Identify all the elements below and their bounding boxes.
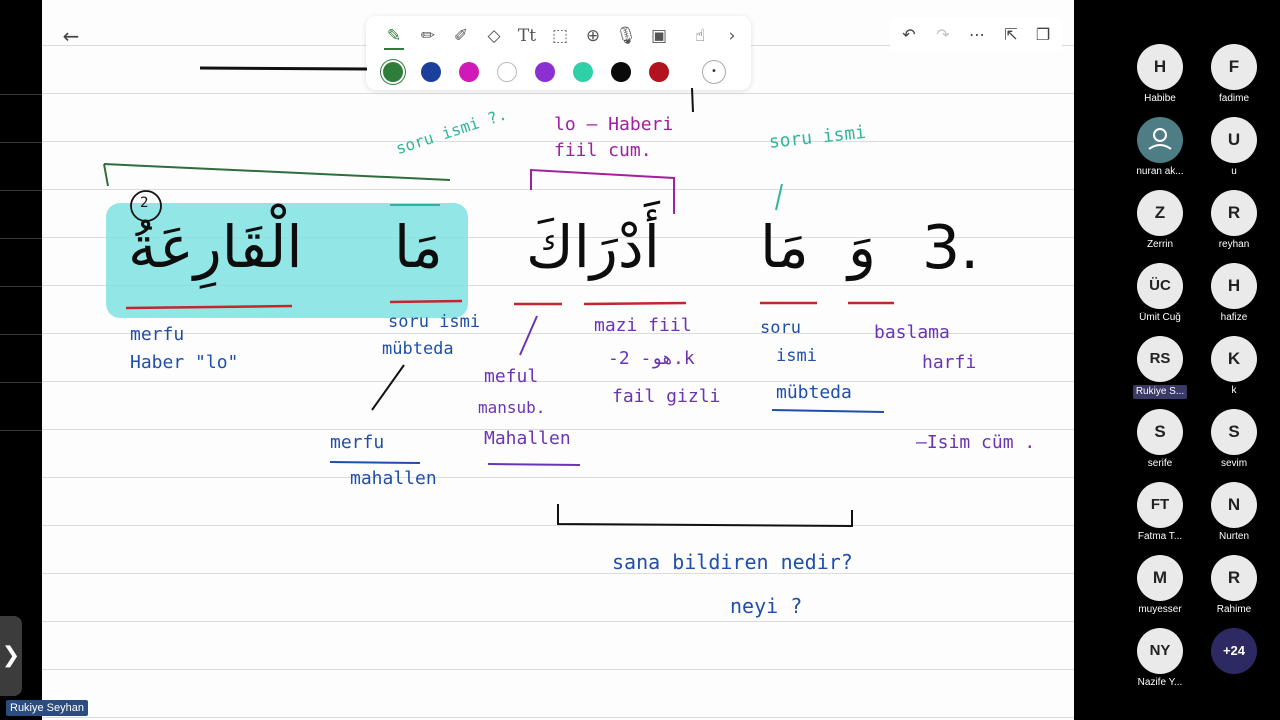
note-mahallen: Mahallen xyxy=(484,428,571,449)
left-margin-strip xyxy=(0,0,42,720)
note-ismi: ismi xyxy=(776,346,817,366)
avatar: S xyxy=(1211,409,1257,455)
note-soru: soru xyxy=(760,318,801,338)
participant-name: fadime xyxy=(1218,93,1249,104)
participant-tile[interactable]: nuran ak... xyxy=(1120,117,1200,178)
note-mazi-fiil: mazi fiil xyxy=(594,315,692,336)
arabic-word-ma: مَا xyxy=(394,213,443,281)
note-mansub: mansub. xyxy=(478,398,546,417)
avatar: RS xyxy=(1137,336,1183,382)
note-mahallen: mahallen xyxy=(350,468,437,489)
participant-tile[interactable]: ÜC Ümit Cuğ xyxy=(1120,263,1200,324)
participant-tile[interactable]: RS Rukiye S... xyxy=(1120,336,1200,403)
margin-line xyxy=(0,190,42,191)
participant-name: Fatma T... xyxy=(1137,531,1183,542)
note-baslama: baslama xyxy=(874,322,950,343)
sidebar-toggle-button[interactable]: ❯ xyxy=(0,616,22,696)
participant-tile[interactable]: Z Zerrin xyxy=(1120,190,1200,251)
participant-name: hafize xyxy=(1220,312,1248,323)
participant-name: nuran ak... xyxy=(1136,166,1184,177)
note-fiil-cum: fiil cum. xyxy=(554,140,652,161)
user-photo-icon xyxy=(1137,117,1183,163)
note-mubteda: mübteda xyxy=(382,339,454,359)
avatar: H xyxy=(1137,44,1183,90)
margin-line xyxy=(0,382,42,383)
participant-name: Rukiye S... xyxy=(1132,385,1188,399)
margin-line xyxy=(0,286,42,287)
avatar: NY xyxy=(1137,628,1183,674)
margin-line xyxy=(0,142,42,143)
note-lo-haberi: lo — Haberi xyxy=(554,114,674,135)
participant-name: Habibe xyxy=(1144,93,1176,104)
avatar: FT xyxy=(1137,482,1183,528)
note-mubteda: mübteda xyxy=(776,382,852,403)
participant-tile[interactable]: F fadime xyxy=(1194,44,1274,105)
avatar: H xyxy=(1211,263,1257,309)
verse-number: 3. xyxy=(922,213,980,283)
note-sana-bildiren: sana bildiren nedir? xyxy=(612,550,853,574)
note-hova-2k: -هو- 2.k xyxy=(608,348,695,369)
participant-name: sevim xyxy=(1220,458,1248,469)
note-harfi: harfi xyxy=(922,352,977,373)
participant-name: reyhan xyxy=(1218,239,1250,250)
avatar: R xyxy=(1211,555,1257,601)
margin-line xyxy=(0,238,42,239)
participant-tile[interactable]: NY Nazife Y... xyxy=(1120,628,1200,689)
avatar: ÜC xyxy=(1137,263,1183,309)
participant-tile[interactable]: S serife xyxy=(1120,409,1200,470)
participant-tile[interactable]: FT Fatma T... xyxy=(1120,482,1200,543)
participant-name: muyesser xyxy=(1138,604,1182,615)
note-isim-cumlesi: —Isim cüm . xyxy=(916,432,1036,453)
circle-mark: 2 xyxy=(140,195,149,211)
note-meful: meful xyxy=(484,366,539,387)
participant-tile[interactable]: S sevim xyxy=(1194,409,1274,470)
avatar: M xyxy=(1137,555,1183,601)
participant-name: k xyxy=(1231,385,1237,396)
margin-line xyxy=(0,334,42,335)
participant-tile[interactable]: R reyhan xyxy=(1194,190,1274,251)
arabic-word-ma: مَا xyxy=(760,213,809,281)
avatar: U xyxy=(1211,117,1257,163)
participant-name: Nazife Y... xyxy=(1137,677,1183,688)
note-haber-lo: Haber "lo" xyxy=(130,352,239,373)
arabic-word-al-qaria: الْقَارِعَةُ xyxy=(128,213,303,281)
note-merfu: merfu xyxy=(130,324,185,345)
margin-line xyxy=(0,430,42,431)
participant-tile[interactable]: M muyesser xyxy=(1120,555,1200,616)
notebook-canvas[interactable]: ← ✎ ✏ ✐ ◇ Tt ⬚ ⊕ 🎙 ▣ ☝ › • ↶ ↷ ⋯ ⇱ ❐ الْ… xyxy=(42,0,1074,720)
avatar: N xyxy=(1211,482,1257,528)
more-participants-count: +24 xyxy=(1211,628,1257,674)
participant-name: Rahime xyxy=(1216,604,1252,615)
participant-tile[interactable]: H hafize xyxy=(1194,263,1274,324)
avatar: R xyxy=(1211,190,1257,236)
participants-panel: H Habibe F fadime nuran ak... U u Z Zerr… xyxy=(1075,0,1280,720)
note-neyi: neyi ? xyxy=(730,594,803,618)
arabic-word-adraka: أَدْرَاكَ xyxy=(526,213,660,281)
note-fail-gizli: fail gizli xyxy=(612,386,721,407)
more-participants-button[interactable]: +24 xyxy=(1194,628,1274,674)
avatar: F xyxy=(1211,44,1257,90)
arabic-word-wa: وَ xyxy=(848,213,877,281)
avatar: S xyxy=(1137,409,1183,455)
participant-tile[interactable]: H Habibe xyxy=(1120,44,1200,105)
participant-name: Ümit Cuğ xyxy=(1139,312,1181,323)
margin-line xyxy=(0,94,42,95)
participant-name: Zerrin xyxy=(1146,239,1174,250)
participant-tile[interactable]: U u xyxy=(1194,117,1274,178)
avatar: K xyxy=(1211,336,1257,382)
participant-name: u xyxy=(1231,166,1237,177)
participant-name: serife xyxy=(1147,458,1173,469)
participant-name: Nurten xyxy=(1218,531,1249,542)
note-soru-ismi: soru ismi xyxy=(388,312,481,332)
participant-tile[interactable]: R Rahime xyxy=(1194,555,1274,616)
note-merfu: merfu xyxy=(330,432,385,453)
participant-tile[interactable]: N Nurten xyxy=(1194,482,1274,543)
presenter-name-label: Rukiye Seyhan xyxy=(6,700,88,716)
participant-tile[interactable]: K k xyxy=(1194,336,1274,397)
avatar: Z xyxy=(1137,190,1183,236)
